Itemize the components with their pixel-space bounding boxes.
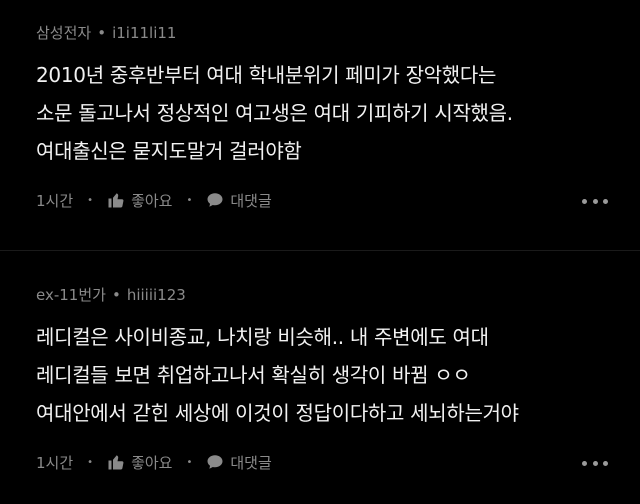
author-company: 삼성전자	[36, 24, 92, 42]
comment-actions: 1시간 • 좋아요 • 대댓글	[36, 450, 272, 474]
more-dots-icon	[592, 198, 598, 204]
thumbs-up-icon	[107, 453, 125, 471]
more-options-button[interactable]	[582, 196, 608, 206]
comment-meta: ex-11번가 • hiiiii123	[36, 284, 186, 305]
comment-text-line: 2010년 중후반부터 여대 학내분위기 페미가 장악했다는	[36, 63, 497, 87]
thumbs-up-icon	[107, 191, 125, 209]
meta-separator: •	[97, 24, 107, 42]
comment-item: 삼성전자 • i1i11li11 2010년 중후반부터 여대 학내분위기 페미가 …	[0, 0, 640, 251]
author-company: ex-11번가	[36, 286, 106, 304]
action-separator: •	[87, 194, 94, 206]
comment-text-line: 소문 돌고나서 정상적인 여고생은 여대 기피하기 시작했음.	[36, 101, 513, 125]
action-separator: •	[186, 194, 193, 206]
more-options-button[interactable]	[582, 458, 608, 468]
like-label: 좋아요	[131, 191, 173, 210]
more-dots-icon	[592, 460, 598, 466]
meta-separator: •	[111, 286, 121, 304]
more-dots-icon	[603, 460, 608, 466]
comment-actions: 1시간 • 좋아요 • 대댓글	[36, 188, 272, 212]
comment-meta: 삼성전자 • i1i11li11	[36, 22, 176, 43]
comment-time: 1시간	[36, 191, 74, 210]
reply-label: 대댓글	[230, 191, 272, 210]
comment-text-line: 여대출신은 묻지도말거 걸러야함	[36, 139, 302, 163]
speech-bubble-icon	[206, 453, 224, 471]
author-name[interactable]: i1i11li11	[112, 24, 176, 42]
comment-body: 레디컬은 사이비종교, 나치랑 비슷해.. 내 주변에도 여대 레디컬들 보면 …	[36, 318, 626, 432]
action-separator: •	[87, 456, 94, 468]
more-dots-icon	[603, 198, 608, 204]
comment-item: ex-11번가 • hiiiii123 레디컬은 사이비종교, 나치랑 비슷해.. …	[0, 262, 640, 504]
reply-button[interactable]: 대댓글	[206, 452, 272, 473]
speech-bubble-icon	[206, 191, 224, 209]
author-name[interactable]: hiiiii123	[127, 286, 186, 304]
like-label: 좋아요	[131, 453, 173, 472]
comment-text-line: 여대안에서 갇힌 세상에 이것이 정답이다하고 세뇌하는거야	[36, 401, 519, 425]
reply-button[interactable]: 대댓글	[206, 190, 272, 211]
comment-text-line: 레디컬들 보면 취업하고나서 확실히 생각이 바뀜 ㅇㅇ	[36, 363, 471, 387]
comment-divider	[0, 250, 640, 251]
reply-label: 대댓글	[230, 453, 272, 472]
more-dots-icon	[582, 460, 587, 466]
more-dots-icon	[582, 198, 587, 204]
comment-body: 2010년 중후반부터 여대 학내분위기 페미가 장악했다는 소문 돌고나서 정…	[36, 56, 626, 170]
like-button[interactable]: 좋아요	[107, 452, 172, 473]
like-button[interactable]: 좋아요	[107, 190, 172, 211]
action-separator: •	[186, 456, 193, 468]
comment-text-line: 레디컬은 사이비종교, 나치랑 비슷해.. 내 주변에도 여대	[36, 325, 489, 349]
comment-time: 1시간	[36, 453, 74, 472]
